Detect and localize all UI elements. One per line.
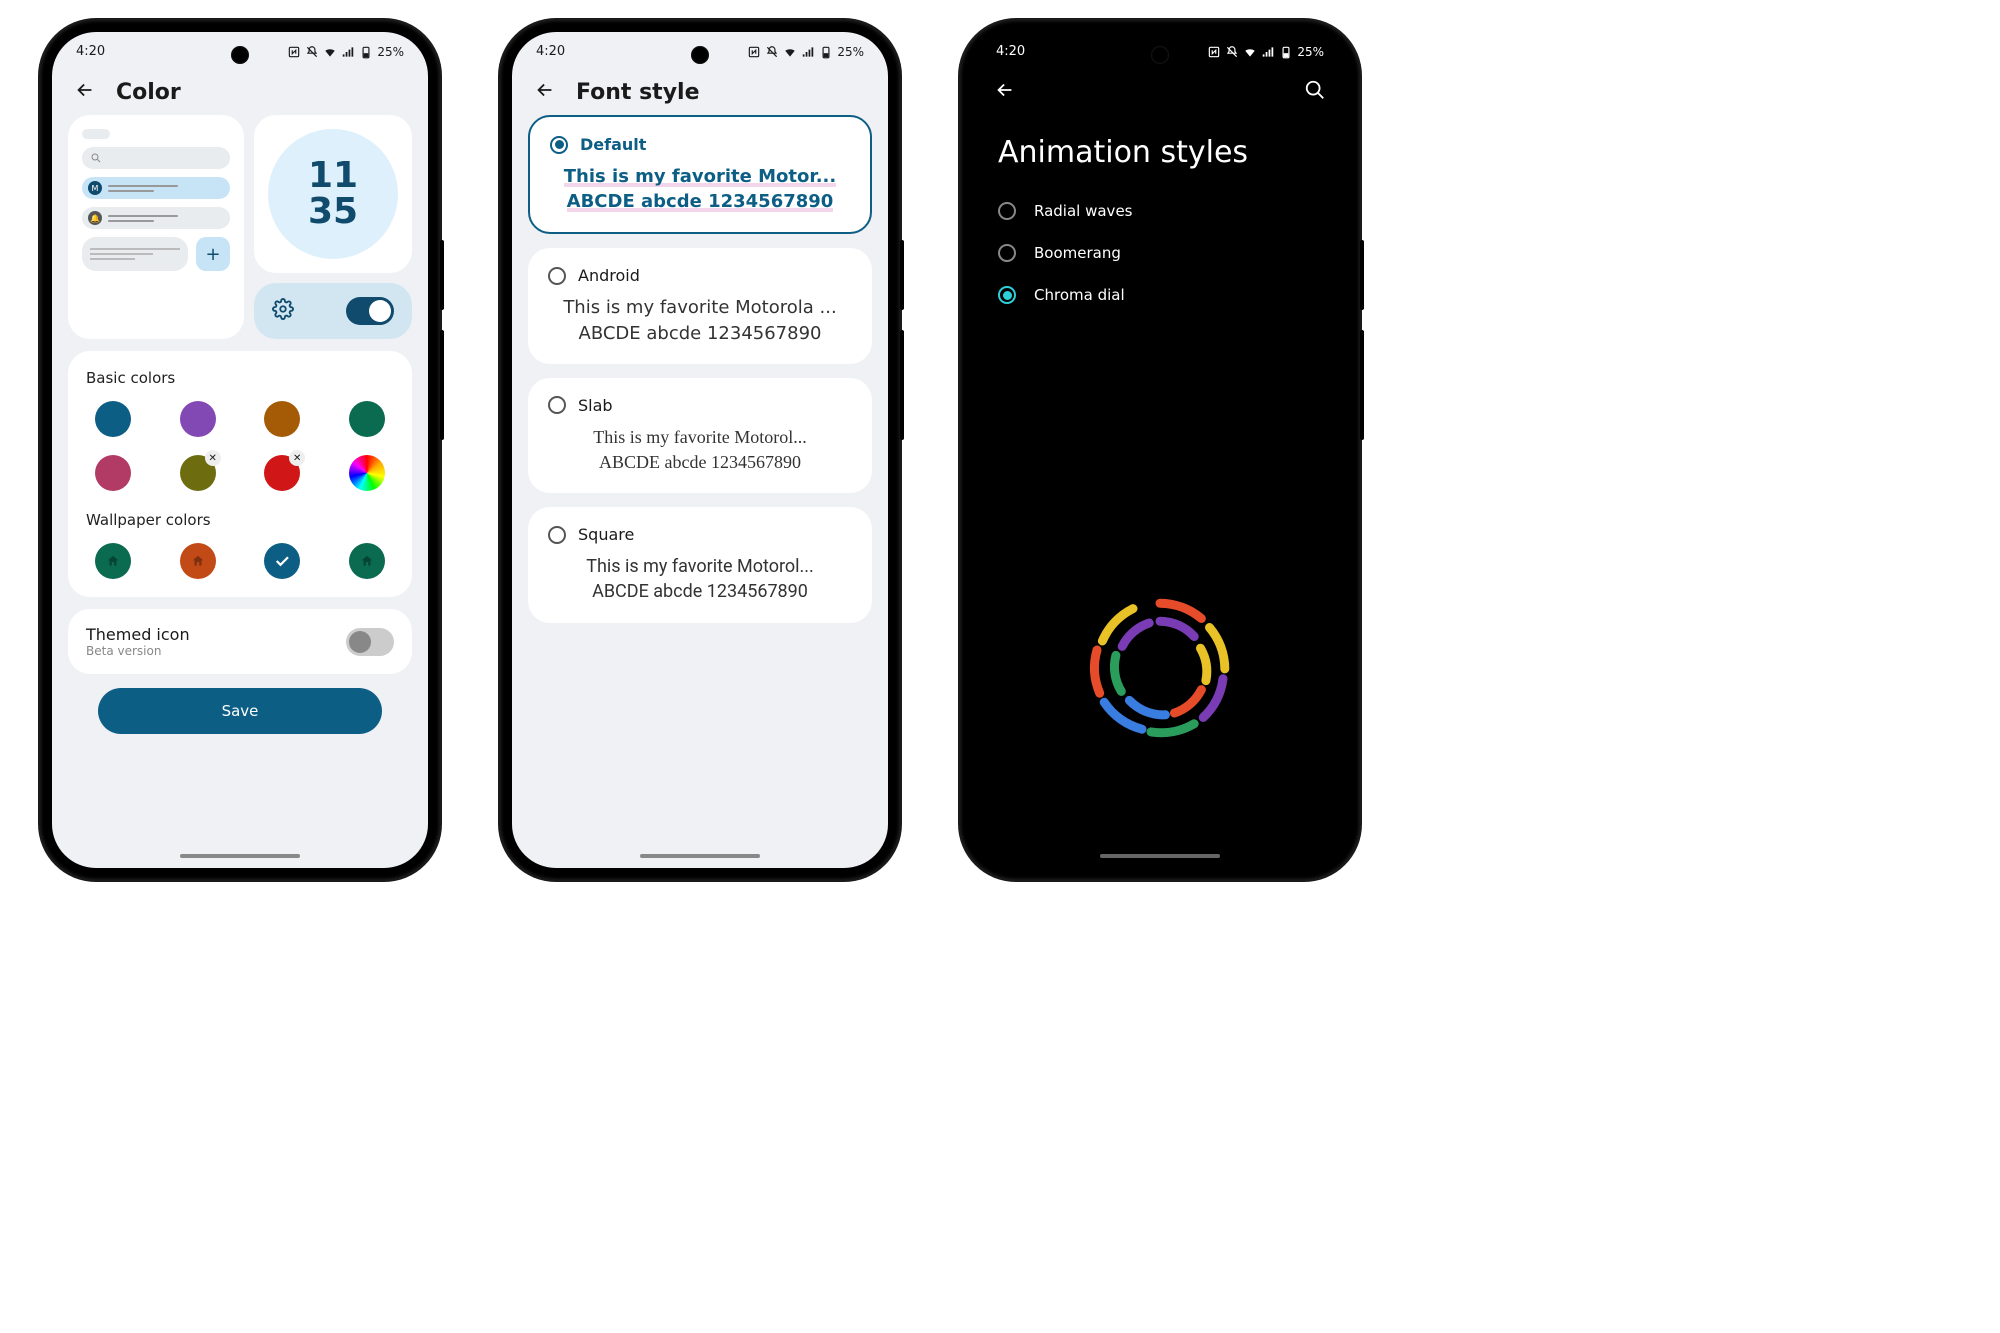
preview-settings-card: [254, 283, 412, 339]
preview-widgets-card: M 🔔 +: [68, 115, 244, 339]
color-swatch[interactable]: ✕: [180, 455, 216, 491]
gear-icon: [272, 298, 294, 324]
nav-handle[interactable]: [180, 854, 300, 858]
font-option-square[interactable]: Square This is my favorite Motorol...ABC…: [528, 507, 872, 622]
battery-icon: [359, 45, 373, 59]
preview-item: 🔔: [82, 207, 230, 229]
colors-panel: Basic colors ✕✕ Wallpaper colors: [68, 351, 412, 597]
animation-option[interactable]: Radial waves: [972, 190, 1348, 232]
nfc-icon: [287, 45, 301, 59]
nav-handle[interactable]: [1100, 854, 1220, 858]
wifi-icon: [783, 45, 797, 59]
camera-hole: [1151, 46, 1169, 64]
search-button[interactable]: [1304, 79, 1326, 105]
font-option-slab[interactable]: Slab This is my favorite Motorol...ABCDE…: [528, 378, 872, 493]
color-swatch[interactable]: [264, 401, 300, 437]
battery-percent: 25%: [837, 45, 864, 59]
animation-option[interactable]: Chroma dial: [972, 274, 1348, 316]
font-option-android[interactable]: Android This is my favorite Motorola ...…: [528, 248, 872, 363]
preview-note: [82, 237, 188, 271]
nfc-icon: [747, 45, 761, 59]
radio-icon: [998, 202, 1016, 220]
wifi-icon: [1243, 45, 1257, 59]
mute-icon: [765, 45, 779, 59]
screen-color: 4:20 25% Color M 🔔: [52, 32, 428, 868]
battery-icon: [819, 45, 833, 59]
color-swatch[interactable]: [180, 401, 216, 437]
phone-frame-font: 4:20 25% Font style Default This is my f…: [500, 20, 900, 880]
home-icon: [349, 543, 385, 579]
preview-item: M: [82, 177, 230, 199]
signal-icon: [801, 45, 815, 59]
mute-icon: [1225, 45, 1239, 59]
wallpaper-swatch[interactable]: [180, 543, 216, 579]
screen-font: 4:20 25% Font style Default This is my f…: [512, 32, 888, 868]
topbar: Color: [52, 63, 428, 115]
phone-frame-animation: 4:20 25% Animation styles Radial wavesBo…: [960, 20, 1360, 880]
wifi-icon: [323, 45, 337, 59]
signal-icon: [341, 45, 355, 59]
status-icons: 25%: [1207, 45, 1324, 59]
themed-icon-label: Themed icon: [86, 625, 190, 644]
themed-icon-row[interactable]: Themed icon Beta version: [68, 609, 412, 674]
signal-icon: [1261, 45, 1275, 59]
color-swatch[interactable]: [349, 401, 385, 437]
status-time: 4:20: [76, 44, 105, 59]
back-button[interactable]: [994, 79, 1016, 105]
status-time: 4:20: [536, 44, 565, 59]
chroma-dial-graphic: [1070, 578, 1250, 758]
status-icons: 25%: [747, 45, 864, 59]
topbar: Font style: [512, 63, 888, 115]
wallpaper-colors-label: Wallpaper colors: [86, 511, 394, 529]
status-time: 4:20: [996, 44, 1025, 59]
themed-icon-sub: Beta version: [86, 644, 190, 658]
battery-percent: 25%: [1297, 45, 1324, 59]
close-icon[interactable]: ✕: [289, 450, 305, 466]
close-icon[interactable]: ✕: [205, 450, 221, 466]
battery-percent: 25%: [377, 45, 404, 59]
back-button[interactable]: [534, 79, 556, 105]
check-icon: [264, 543, 300, 579]
basic-colors-label: Basic colors: [86, 369, 394, 387]
themed-icon-toggle[interactable]: [346, 628, 394, 656]
save-button[interactable]: Save: [98, 688, 382, 734]
color-swatch[interactable]: [349, 455, 385, 491]
mute-icon: [305, 45, 319, 59]
home-icon: [180, 543, 216, 579]
radio-icon: [998, 244, 1016, 262]
basic-swatches: ✕✕: [86, 401, 394, 491]
home-icon: [95, 543, 131, 579]
radio-icon: [548, 526, 566, 544]
color-swatch[interactable]: [95, 455, 131, 491]
wallpaper-swatch[interactable]: [264, 543, 300, 579]
font-option-default[interactable]: Default This is my favorite Motor...ABCD…: [528, 115, 872, 234]
preview-search: [82, 147, 230, 169]
preview-clock-card: 11 35: [254, 115, 412, 273]
back-button[interactable]: [74, 79, 96, 105]
preview-toggle: [346, 297, 394, 325]
battery-icon: [1279, 45, 1293, 59]
nav-handle[interactable]: [640, 854, 760, 858]
nfc-icon: [1207, 45, 1221, 59]
animation-option[interactable]: Boomerang: [972, 232, 1348, 274]
wallpaper-swatch[interactable]: [95, 543, 131, 579]
radio-icon: [550, 136, 568, 154]
wallpaper-swatch[interactable]: [349, 543, 385, 579]
topbar: [972, 63, 1348, 105]
preview-add-button: +: [196, 237, 230, 271]
page-title: Color: [116, 80, 181, 105]
page-title: Animation styles: [972, 105, 1348, 190]
phone-frame-color: 4:20 25% Color M 🔔: [40, 20, 440, 880]
color-swatch[interactable]: ✕: [264, 455, 300, 491]
radio-icon: [548, 267, 566, 285]
camera-hole: [691, 46, 709, 64]
color-swatch[interactable]: [95, 401, 131, 437]
screen-animation: 4:20 25% Animation styles Radial wavesBo…: [972, 32, 1348, 868]
radio-icon: [548, 396, 566, 414]
camera-hole: [231, 46, 249, 64]
radio-icon: [998, 286, 1016, 304]
wallpaper-swatches: [86, 543, 394, 579]
status-icons: 25%: [287, 45, 404, 59]
page-title: Font style: [576, 80, 700, 105]
